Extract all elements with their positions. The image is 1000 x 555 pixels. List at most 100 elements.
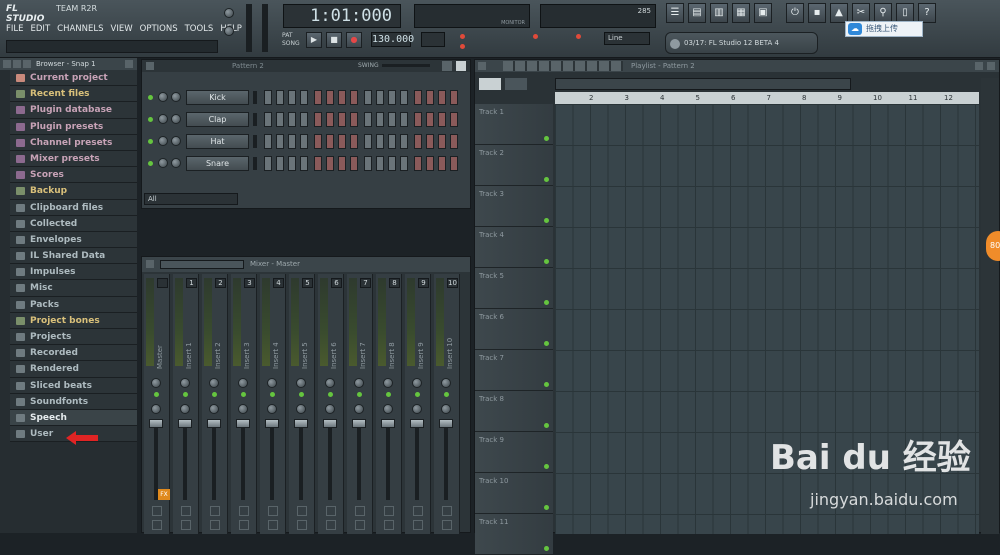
strip-enable-led[interactable] xyxy=(183,392,188,397)
piano-roll-toggle-icon[interactable] xyxy=(456,61,466,71)
playlist-tab-patterns[interactable] xyxy=(479,78,501,90)
browser-item-rendered[interactable]: Rendered xyxy=(10,361,137,378)
browser-item-speech[interactable]: Speech xyxy=(10,409,137,427)
volume-fader[interactable] xyxy=(294,419,308,428)
strip-pan-knob[interactable] xyxy=(296,378,306,388)
metronome-icon[interactable] xyxy=(533,34,538,39)
volume-fader[interactable] xyxy=(149,419,163,428)
track-enable-led[interactable] xyxy=(544,218,549,223)
browser-sort-icon[interactable] xyxy=(23,60,31,68)
step-button[interactable] xyxy=(264,134,272,149)
send-icon[interactable] xyxy=(239,520,249,530)
channel-volume-knob[interactable] xyxy=(171,92,181,102)
track-enable-led[interactable] xyxy=(544,136,549,141)
render-button[interactable]: ▲ xyxy=(830,3,848,23)
step-button[interactable] xyxy=(450,134,458,149)
playlist-menu-icon[interactable] xyxy=(478,62,486,70)
channel-select-indicator[interactable] xyxy=(253,157,257,170)
browser-item-soundfonts[interactable]: Soundfonts xyxy=(10,393,137,410)
step-button[interactable] xyxy=(414,90,422,105)
menu-options[interactable]: OPTIONS xyxy=(140,22,178,36)
track-header[interactable]: Track 3 xyxy=(475,186,553,227)
mixer-strip-insert[interactable]: 6 Insert 6 xyxy=(318,274,344,534)
browser-item-project-bones[interactable]: Project bones xyxy=(10,312,137,329)
strip-stereo-knob[interactable] xyxy=(441,404,451,414)
news-ticker[interactable]: 03/17: FL Studio 12 BETA 4 xyxy=(665,32,818,54)
send-icon[interactable] xyxy=(413,520,423,530)
side-badge[interactable]: 80 xyxy=(986,231,1000,261)
browser-item-projects[interactable]: Projects xyxy=(10,329,137,346)
step-button[interactable] xyxy=(364,112,372,127)
step-button[interactable] xyxy=(414,112,422,127)
strip-enable-led[interactable] xyxy=(241,392,246,397)
step-button[interactable] xyxy=(450,156,458,171)
strip-stereo-knob[interactable] xyxy=(151,404,161,414)
menu-view[interactable]: VIEW xyxy=(111,22,133,36)
step-button[interactable] xyxy=(350,112,358,127)
browser-close-icon[interactable] xyxy=(125,60,133,68)
step-button[interactable] xyxy=(338,90,346,105)
channel-mute-led[interactable] xyxy=(148,161,153,166)
step-button[interactable] xyxy=(426,134,434,149)
step-button[interactable] xyxy=(338,112,346,127)
channel-select-indicator[interactable] xyxy=(253,113,257,126)
route-icon[interactable] xyxy=(413,506,423,516)
mixer-strip-insert[interactable]: 3 Insert 3 xyxy=(231,274,257,534)
browser-item-misc[interactable]: Misc xyxy=(10,280,137,297)
strip-pan-knob[interactable] xyxy=(441,378,451,388)
volume-fader[interactable] xyxy=(178,419,192,428)
mixer-strip-insert[interactable]: 7 Insert 7 xyxy=(347,274,373,534)
save-button[interactable]: ▪ xyxy=(808,3,826,23)
browser-collapse-icon[interactable] xyxy=(13,60,21,68)
strip-stereo-knob[interactable] xyxy=(354,404,364,414)
strip-enable-led[interactable] xyxy=(154,392,159,397)
step-button[interactable] xyxy=(414,156,422,171)
route-icon[interactable] xyxy=(384,506,394,516)
fx-indicator[interactable]: FX xyxy=(158,489,170,500)
strip-enable-led[interactable] xyxy=(415,392,420,397)
step-button[interactable] xyxy=(288,112,296,127)
plugin-button[interactable]: ▯ xyxy=(896,3,914,23)
strip-pan-knob[interactable] xyxy=(238,378,248,388)
strip-enable-led[interactable] xyxy=(357,392,362,397)
main-pitch-knob[interactable] xyxy=(224,26,234,36)
strip-stereo-knob[interactable] xyxy=(209,404,219,414)
volume-fader[interactable] xyxy=(236,419,250,428)
route-icon[interactable] xyxy=(442,506,452,516)
track-enable-led[interactable] xyxy=(544,423,549,428)
track-enable-led[interactable] xyxy=(544,177,549,182)
strip-pan-knob[interactable] xyxy=(354,378,364,388)
step-button[interactable] xyxy=(350,90,358,105)
step-button[interactable] xyxy=(314,134,322,149)
step-button[interactable] xyxy=(364,134,372,149)
strip-stereo-knob[interactable] xyxy=(383,404,393,414)
step-button[interactable] xyxy=(400,90,408,105)
track-header[interactable]: Track 8 xyxy=(475,391,553,432)
strip-pan-knob[interactable] xyxy=(325,378,335,388)
step-button[interactable] xyxy=(376,90,384,105)
route-icon[interactable] xyxy=(297,506,307,516)
browser-item-scores[interactable]: Scores xyxy=(10,167,137,184)
step-button[interactable] xyxy=(364,90,372,105)
send-icon[interactable] xyxy=(268,520,278,530)
browser-button[interactable]: ▣ xyxy=(754,3,772,23)
browser-item-il-shared-data[interactable]: IL Shared Data xyxy=(10,248,137,265)
step-button[interactable] xyxy=(414,134,422,149)
master-volume-slider[interactable] xyxy=(246,4,252,52)
strip-stereo-knob[interactable] xyxy=(180,404,190,414)
wait-input-icon[interactable] xyxy=(576,34,581,39)
volume-fader[interactable] xyxy=(352,419,366,428)
browser-item-plugin-presets[interactable]: Plugin presets xyxy=(10,118,137,135)
step-button[interactable] xyxy=(388,156,396,171)
step-button[interactable] xyxy=(400,134,408,149)
strip-stereo-knob[interactable] xyxy=(325,404,335,414)
playlist-window-button[interactable]: ☰ xyxy=(666,3,684,23)
mixer-strip-insert[interactable]: 1 Insert 1 xyxy=(173,274,199,534)
channel-volume-knob[interactable] xyxy=(171,136,181,146)
strip-pan-knob[interactable] xyxy=(412,378,422,388)
step-button[interactable] xyxy=(426,156,434,171)
mixer-strip-insert[interactable]: 9 Insert 9 xyxy=(405,274,431,534)
step-button[interactable] xyxy=(300,112,308,127)
record-button[interactable]: ● xyxy=(346,32,362,48)
help-button[interactable]: ? xyxy=(918,3,936,23)
